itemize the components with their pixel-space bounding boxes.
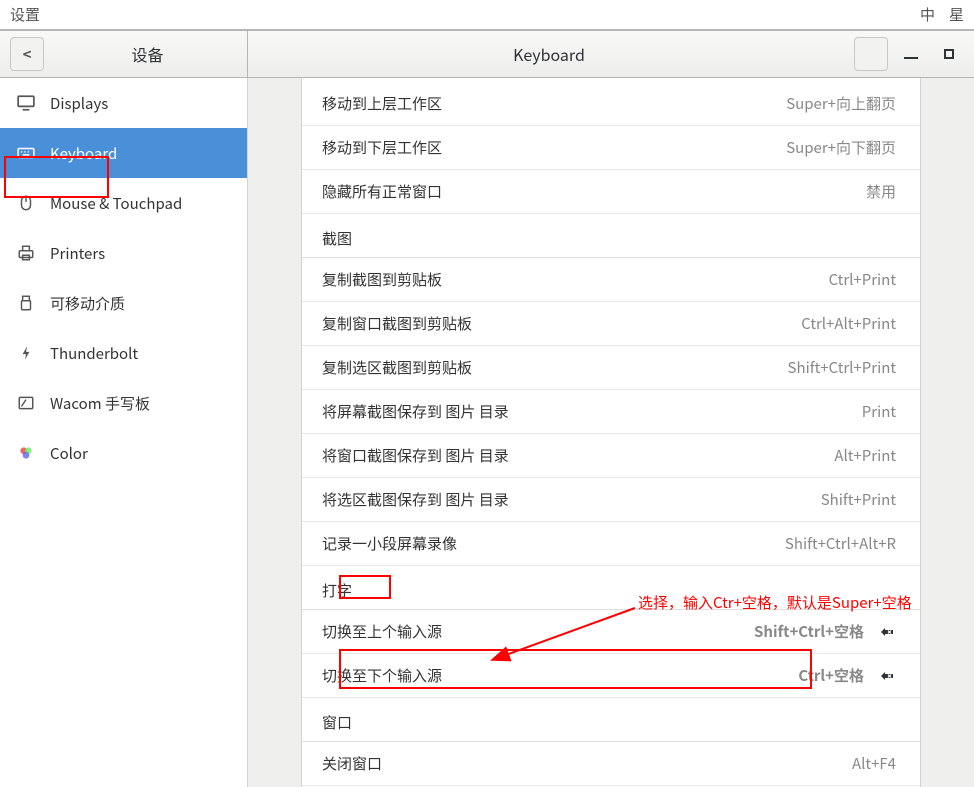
shortcut-key: Alt+Print xyxy=(834,445,896,466)
device-sidebar: Displays Keyboard Mouse & Touchpad Print… xyxy=(0,78,248,787)
sidebar-item-wacom[interactable]: Wacom 手写板 xyxy=(0,378,247,428)
shortcut-key: Shift+Ctrl+Print xyxy=(788,357,896,378)
thunderbolt-icon xyxy=(16,343,36,363)
sidebar-item-label: Displays xyxy=(50,93,108,114)
shortcut-key: Shift+Ctrl+Alt+R xyxy=(785,533,896,554)
section-typing: 打字 xyxy=(302,566,920,610)
shortcut-key: Ctrl+空格 xyxy=(798,665,864,686)
sidebar-item-label: 可移动介质 xyxy=(50,293,125,314)
shortcut-row-hide-all[interactable]: 隐藏所有正常窗口 禁用 xyxy=(302,170,920,214)
shortcut-key: Ctrl+Print xyxy=(829,269,896,290)
shortcut-label: 将窗口截图保存到 图片 目录 xyxy=(322,445,509,466)
color-icon xyxy=(16,443,36,463)
reset-shortcut-icon[interactable] xyxy=(878,623,896,641)
sidebar-item-label: Thunderbolt xyxy=(50,343,138,364)
shortcut-label: 切换至上个输入源 xyxy=(322,621,442,642)
maximize-button[interactable] xyxy=(934,37,964,71)
sidebar-item-mouse[interactable]: Mouse & Touchpad xyxy=(0,178,247,228)
sidebar-item-removable[interactable]: 可移动介质 xyxy=(0,278,247,328)
shortcut-key: Super+向下翻页 xyxy=(786,137,896,158)
shortcut-key: Print xyxy=(862,401,896,422)
sidebar-title: 设备 xyxy=(48,42,247,66)
settings-label: 设置 xyxy=(10,4,40,25)
printer-icon xyxy=(16,243,36,263)
search-button[interactable] xyxy=(854,37,888,71)
shortcut-label: 隐藏所有正常窗口 xyxy=(322,181,442,202)
sidebar-item-printers[interactable]: Printers xyxy=(0,228,247,278)
shortcut-row-copy-screenshot[interactable]: 复制截图到剪贴板 Ctrl+Print xyxy=(302,258,920,302)
sidebar-item-label: Wacom 手写板 xyxy=(50,393,150,414)
shortcut-key: 禁用 xyxy=(866,181,896,202)
back-button[interactable]: < xyxy=(10,37,44,71)
system-top-bar: 设置 中 星 xyxy=(0,0,974,30)
section-window: 窗口 xyxy=(302,698,920,742)
shortcut-row-move-down[interactable]: 移动到下层工作区 Super+向下翻页 xyxy=(302,126,920,170)
shortcut-key: Alt+F4 xyxy=(852,753,896,774)
sidebar-item-label: Printers xyxy=(50,243,105,264)
shortcut-row-prev-source[interactable]: 切换至上个输入源 Shift+Ctrl+空格 xyxy=(302,610,920,654)
sidebar-item-label: Keyboard xyxy=(50,143,117,164)
shortcut-label: 移动到下层工作区 xyxy=(322,137,442,158)
shortcut-key: Ctrl+Alt+Print xyxy=(801,313,896,334)
shortcut-row-save-screen[interactable]: 将屏幕截图保存到 图片 目录 Print xyxy=(302,390,920,434)
shortcut-label: 复制截图到剪贴板 xyxy=(322,269,442,290)
chevron-left-icon: < xyxy=(23,44,32,65)
sidebar-item-label: Mouse & Touchpad xyxy=(50,193,182,214)
shortcut-row-save-window[interactable]: 将窗口截图保存到 图片 目录 Alt+Print xyxy=(302,434,920,478)
shortcut-row-copy-selection[interactable]: 复制选区截图到剪贴板 Shift+Ctrl+Print xyxy=(302,346,920,390)
shortcut-row-next-source[interactable]: 切换至下个输入源 Ctrl+空格 xyxy=(302,654,920,698)
shortcut-row-copy-window[interactable]: 复制窗口截图到剪贴板 Ctrl+Alt+Print xyxy=(302,302,920,346)
sidebar-item-displays[interactable]: Displays xyxy=(0,78,247,128)
shortcut-key: Shift+Print xyxy=(821,489,896,510)
shortcut-row-move-up[interactable]: 移动到上层工作区 Super+向上翻页 xyxy=(302,82,920,126)
shortcuts-panel: 移动到上层工作区 Super+向上翻页 移动到下层工作区 Super+向下翻页 … xyxy=(301,78,921,787)
sidebar-item-label: Color xyxy=(50,443,88,464)
mouse-icon xyxy=(16,193,36,213)
sidebar-item-thunderbolt[interactable]: Thunderbolt xyxy=(0,328,247,378)
shortcut-row-close-window[interactable]: 关闭窗口 Alt+F4 xyxy=(302,742,920,786)
sidebar-item-keyboard[interactable]: Keyboard xyxy=(0,128,247,178)
page-title: Keyboard xyxy=(248,42,850,66)
usb-icon xyxy=(16,293,36,313)
minimize-icon xyxy=(904,57,918,59)
keyboard-icon xyxy=(16,143,36,163)
status-indicator: 星 xyxy=(949,4,964,25)
shortcut-label: 切换至下个输入源 xyxy=(322,665,442,686)
shortcut-key: Super+向上翻页 xyxy=(786,93,896,114)
window-headerbar: < 设备 Keyboard xyxy=(0,30,974,78)
shortcut-label: 将选区截图保存到 图片 目录 xyxy=(322,489,509,510)
reset-shortcut-icon[interactable] xyxy=(878,667,896,685)
shortcut-label: 关闭窗口 xyxy=(322,753,382,774)
shortcut-label: 记录一小段屏幕录像 xyxy=(322,533,457,554)
shortcut-label: 将屏幕截图保存到 图片 目录 xyxy=(322,401,509,422)
minimize-button[interactable] xyxy=(896,37,926,71)
ime-indicator[interactable]: 中 xyxy=(920,4,935,25)
shortcut-row-save-selection[interactable]: 将选区截图保存到 图片 目录 Shift+Print xyxy=(302,478,920,522)
shortcut-label: 复制选区截图到剪贴板 xyxy=(322,357,472,378)
shortcut-key: Shift+Ctrl+空格 xyxy=(754,621,864,642)
shortcut-row-record[interactable]: 记录一小段屏幕录像 Shift+Ctrl+Alt+R xyxy=(302,522,920,566)
tablet-icon xyxy=(16,393,36,413)
shortcut-label: 复制窗口截图到剪贴板 xyxy=(322,313,472,334)
section-screenshot: 截图 xyxy=(302,214,920,258)
shortcut-label: 移动到上层工作区 xyxy=(322,93,442,114)
sidebar-item-color[interactable]: Color xyxy=(0,428,247,478)
display-icon xyxy=(16,93,36,113)
maximize-icon xyxy=(944,49,954,59)
